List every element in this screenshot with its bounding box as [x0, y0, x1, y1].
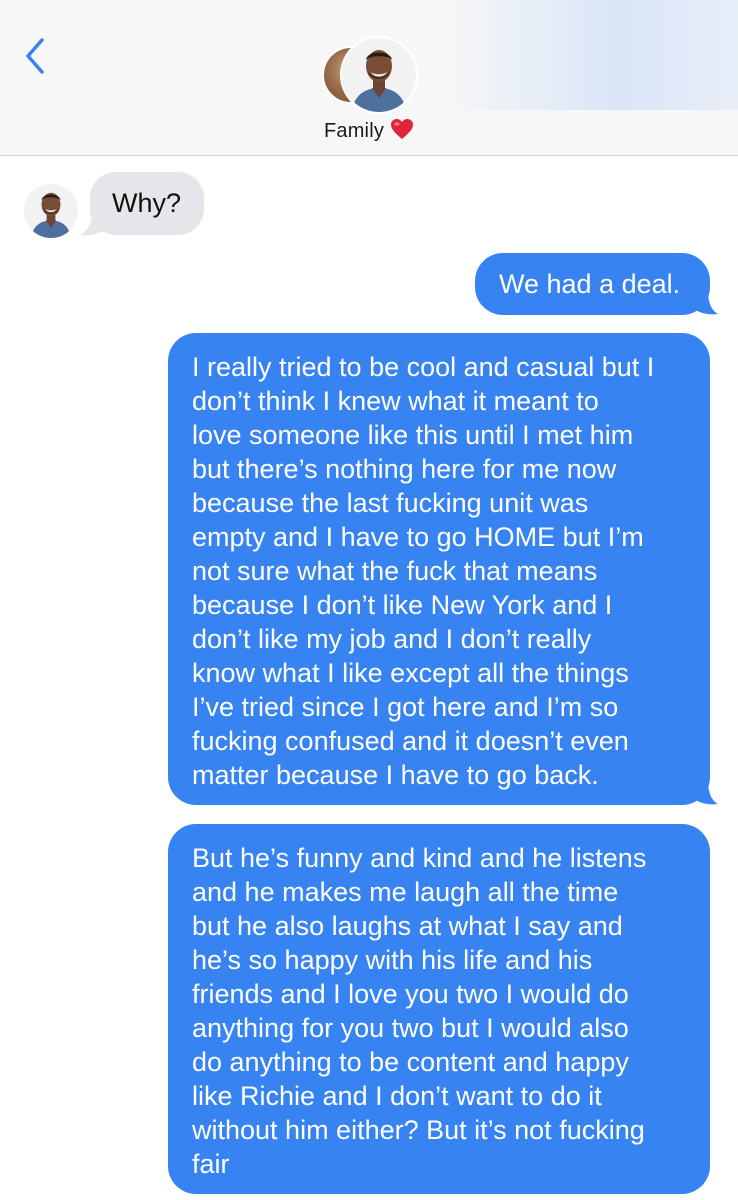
chevron-left-icon: [26, 38, 44, 74]
back-button[interactable]: [18, 32, 58, 80]
message-text: Why?: [112, 188, 182, 218]
group-name: Family: [323, 120, 385, 142]
group-avatar[interactable]: [322, 36, 418, 114]
message-bubble-received[interactable]: Why?: [90, 172, 204, 235]
message-text: But he’s funny and kind and he listens a…: [192, 843, 647, 1179]
message-bubble-sent[interactable]: We had a deal.: [475, 253, 710, 315]
conversation-header: Family: [0, 0, 738, 156]
message-text: We had a deal.: [499, 269, 681, 299]
message-text: I really tried to be cool and casual but…: [192, 352, 655, 790]
heart-icon: [391, 119, 414, 139]
person-avatar-icon: [342, 38, 416, 112]
header-glow: [440, 0, 738, 110]
person-avatar-icon: [24, 184, 78, 238]
message-bubble-sent[interactable]: But he’s funny and kind and he listens a…: [168, 824, 710, 1194]
avatar-primary: [340, 36, 418, 114]
sender-avatar[interactable]: [24, 184, 78, 238]
group-title[interactable]: Family: [0, 118, 738, 143]
message-bubble-sent[interactable]: I really tried to be cool and casual but…: [168, 333, 710, 805]
